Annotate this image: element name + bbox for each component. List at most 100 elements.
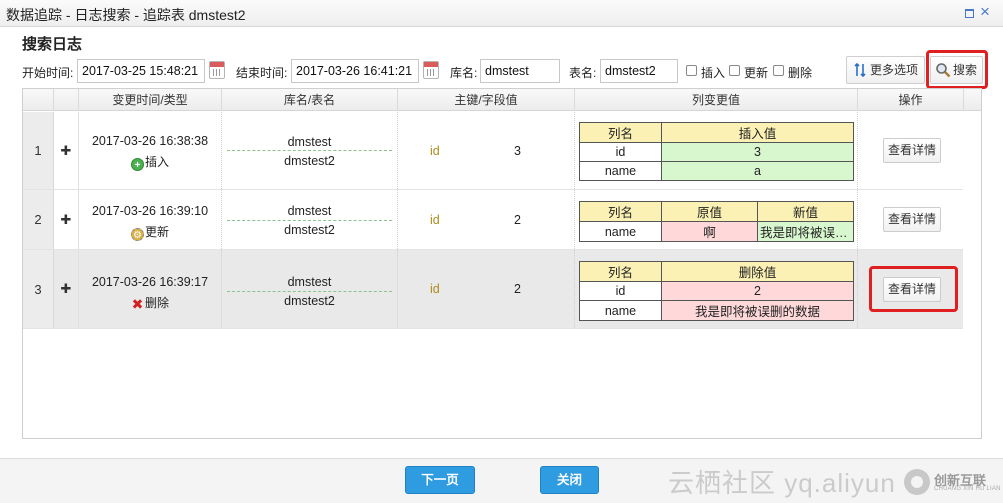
change-header: 新值 bbox=[757, 201, 854, 222]
change-table: 列名 原值 新值 name 啊我是即将被误删... bbox=[579, 201, 854, 242]
maximize-icon[interactable] bbox=[965, 9, 974, 18]
change-column-name: name bbox=[579, 161, 662, 181]
db-table-cell: dmstest dmstest2 bbox=[222, 112, 398, 189]
db-name: dmstest bbox=[287, 275, 332, 289]
db-name-input[interactable]: dmstest bbox=[480, 59, 560, 83]
table-name: dmstest2 bbox=[284, 223, 335, 237]
db-name: dmstest bbox=[287, 135, 332, 149]
watermark-logo-sub: CHUANG XIN HU LIAN bbox=[934, 486, 1001, 492]
change-header: 列名 bbox=[579, 261, 662, 282]
change-time: 2017-03-26 16:39:10 bbox=[91, 204, 209, 218]
update-checkbox[interactable] bbox=[729, 65, 740, 76]
end-time-input[interactable]: 2017-03-26 16:41:21 bbox=[291, 59, 419, 83]
change-column-name: name bbox=[579, 221, 662, 242]
expand-icon[interactable]: ✚ bbox=[54, 190, 79, 249]
calendar-icon[interactable] bbox=[209, 61, 225, 79]
column-change-cell: 列名 插入值 id 3 name a bbox=[575, 112, 858, 189]
header-filler bbox=[964, 89, 981, 111]
time-type-cell: 2017-03-26 16:39:17 ✖ 删除 bbox=[79, 250, 222, 328]
insert-icon: + bbox=[130, 158, 144, 171]
change-column-name: id bbox=[579, 142, 662, 162]
grid-header: 变更时间/类型 库名/表名 主键/字段值 列变更值 操作 bbox=[23, 89, 981, 111]
table-row[interactable]: 2 ✚ 2017-03-26 16:39:10 ⚙ 更新 dmstest dmst… bbox=[23, 190, 963, 250]
view-details-button[interactable]: 查看详情 bbox=[883, 138, 941, 163]
change-column-name: name bbox=[579, 300, 662, 321]
calendar-icon[interactable] bbox=[423, 61, 439, 79]
table-name: dmstest2 bbox=[284, 294, 335, 308]
sort-arrows-icon bbox=[854, 63, 866, 77]
header-actions[interactable]: 操作 bbox=[858, 89, 964, 111]
key-value: 2 bbox=[514, 282, 521, 296]
column-change-cell: 列名 删除值 id 2 name 我是即将被误删的数据 bbox=[575, 250, 858, 328]
time-type-cell: 2017-03-26 16:38:38 + 插入 bbox=[79, 112, 222, 189]
update-gear-icon: ⚙ bbox=[130, 228, 144, 241]
view-details-highlight bbox=[869, 266, 958, 312]
action-cell: 查看详情 bbox=[858, 190, 964, 249]
logo-icon bbox=[904, 469, 930, 495]
change-old-value: 啊 bbox=[661, 221, 758, 242]
next-page-button[interactable]: 下一页 bbox=[405, 466, 475, 494]
log-grid: 变更时间/类型 库名/表名 主键/字段值 列变更值 操作 1 ✚ 2017-03… bbox=[22, 88, 982, 439]
table-row[interactable]: 3 ✚ 2017-03-26 16:39:17 ✖ 删除 dmstest dmst… bbox=[23, 250, 963, 329]
window-title: 数据追踪 - 日志搜索 - 追踪表 dmstest2 bbox=[6, 7, 246, 23]
section-title: 搜索日志 bbox=[22, 36, 83, 53]
table-name-label: 表名: bbox=[569, 66, 597, 80]
op-type: + 插入 bbox=[79, 153, 221, 171]
update-checkbox-label: 更新 bbox=[744, 66, 769, 80]
watermark-logo: 创新互联 CHUANG XIN HU LIAN bbox=[904, 467, 1001, 497]
op-type-label: 删除 bbox=[144, 296, 169, 310]
expand-icon[interactable]: ✚ bbox=[54, 112, 79, 189]
change-new-value: 我是即将被误删... bbox=[757, 221, 854, 242]
change-insert-value: 3 bbox=[661, 142, 854, 162]
change-column-name: id bbox=[579, 281, 662, 301]
row-number: 3 bbox=[23, 250, 54, 328]
insert-checkbox[interactable] bbox=[686, 65, 697, 76]
change-insert-value: a bbox=[661, 161, 854, 181]
key-cell: id 2 bbox=[398, 190, 575, 249]
header-time-type[interactable]: 变更时间/类型 bbox=[79, 89, 222, 111]
header-key-value[interactable]: 主键/字段值 bbox=[398, 89, 575, 111]
key-name: id bbox=[430, 282, 440, 296]
change-table: 列名 插入值 id 3 name a bbox=[579, 122, 854, 181]
key-name: id bbox=[430, 212, 440, 227]
delete-checkbox[interactable] bbox=[773, 65, 784, 76]
start-time-input[interactable]: 2017-03-25 15:48:21 bbox=[77, 59, 205, 83]
close-button[interactable]: 关闭 bbox=[540, 466, 599, 494]
delete-checkbox-label: 删除 bbox=[788, 66, 813, 80]
change-delete-value: 2 bbox=[661, 281, 854, 301]
search-button-highlight bbox=[926, 50, 988, 89]
db-name: dmstest bbox=[287, 204, 332, 218]
change-table: 列名 删除值 id 2 name 我是即将被误删的数据 bbox=[579, 261, 854, 321]
table-name-input[interactable]: dmstest2 bbox=[600, 59, 678, 83]
change-header: 插入值 bbox=[661, 122, 854, 143]
action-cell: 查看详情 bbox=[858, 112, 964, 189]
expand-icon[interactable]: ✚ bbox=[54, 250, 79, 328]
key-cell: id 3 bbox=[398, 112, 575, 189]
change-header: 列名 bbox=[579, 122, 662, 143]
row-number: 1 bbox=[23, 112, 54, 189]
view-details-button[interactable]: 查看详情 bbox=[883, 207, 941, 232]
close-icon[interactable]: × bbox=[980, 2, 990, 22]
change-header: 原值 bbox=[661, 201, 758, 222]
header-column-changes[interactable]: 列变更值 bbox=[575, 89, 858, 111]
end-time-label: 结束时间: bbox=[236, 66, 288, 80]
more-options-button[interactable]: 更多选项 bbox=[846, 56, 925, 84]
time-type-cell: 2017-03-26 16:39:10 ⚙ 更新 bbox=[79, 190, 222, 249]
db-name-label: 库名: bbox=[450, 66, 478, 80]
op-type: ✖ 删除 bbox=[79, 294, 221, 311]
db-table-cell: dmstest dmstest2 bbox=[222, 250, 398, 328]
key-name: id bbox=[430, 143, 440, 158]
divider bbox=[227, 220, 392, 221]
op-type-label: 更新 bbox=[144, 225, 169, 239]
key-value: 2 bbox=[514, 212, 521, 227]
change-header: 列名 bbox=[579, 201, 662, 222]
op-type: ⚙ 更新 bbox=[79, 223, 221, 241]
change-header: 删除值 bbox=[661, 261, 854, 282]
table-row[interactable]: 1 ✚ 2017-03-26 16:38:38 + 插入 dmstest dmst… bbox=[23, 112, 963, 190]
divider bbox=[227, 150, 392, 151]
start-time-label: 开始时间: bbox=[22, 66, 74, 80]
header-db-table[interactable]: 库名/表名 bbox=[222, 89, 398, 111]
dialog-footer: 下一页 关闭 云栖社区 yq.aliyun 创新互联 CHUANG XIN HU… bbox=[0, 458, 1003, 503]
column-change-cell: 列名 原值 新值 name 啊我是即将被误删... bbox=[575, 190, 858, 249]
key-cell: id 2 bbox=[398, 250, 575, 328]
